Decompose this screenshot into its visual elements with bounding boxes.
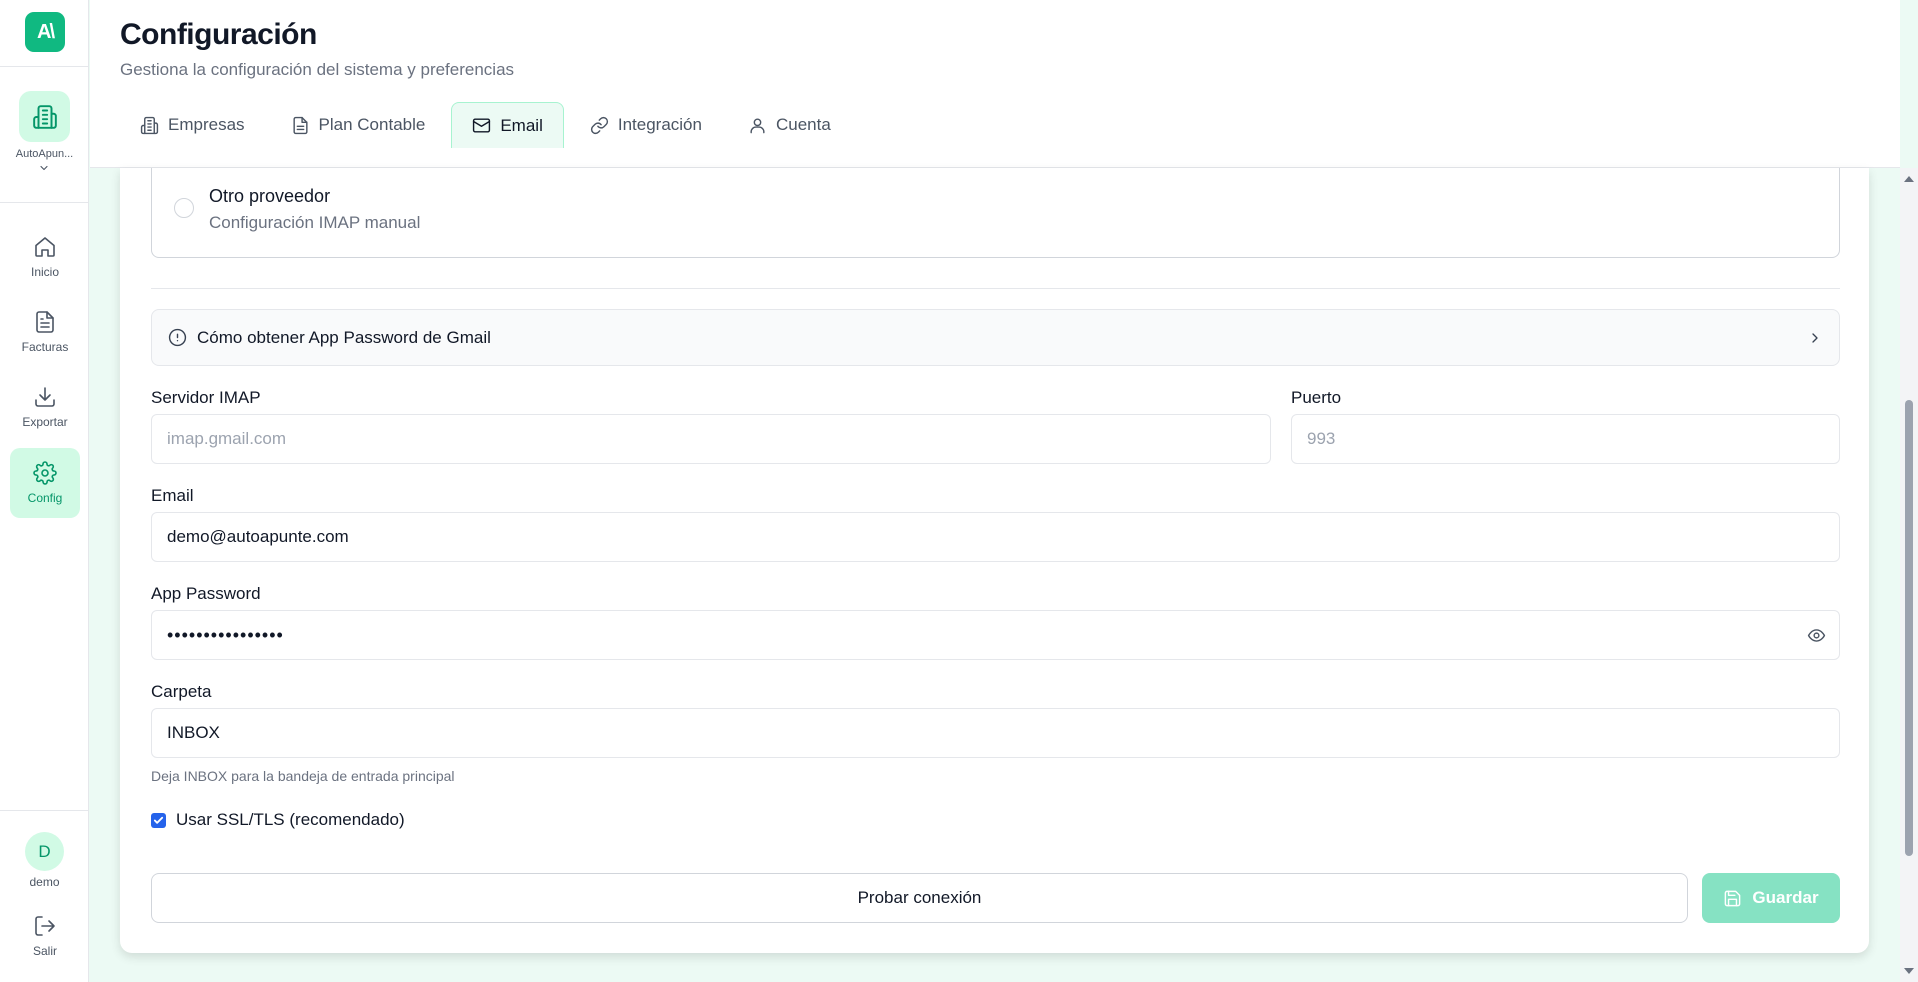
ssl-label: Usar SSL/TLS (recomendado) xyxy=(176,810,405,829)
sidebar-item-label: Facturas xyxy=(21,340,69,354)
tab-empresas[interactable]: Empresas xyxy=(120,102,265,148)
ssl-checkbox[interactable] xyxy=(151,812,166,828)
provider-option-other[interactable]: Otro proveedor Configuración IMAP manual xyxy=(151,168,1840,258)
folder-label: Carpeta xyxy=(151,682,212,701)
scrollbar-thumb[interactable] xyxy=(1905,400,1913,856)
tab-label: Empresas xyxy=(168,115,245,134)
document-icon xyxy=(36,311,54,333)
sidebar-divider xyxy=(0,66,89,67)
link-icon xyxy=(590,116,608,134)
port-label: Puerto xyxy=(1291,388,1342,407)
imap-server-label: Servidor IMAP xyxy=(151,388,261,407)
port-input[interactable]: 993 xyxy=(1291,414,1840,464)
sidebar: A\ AutoApun... Inicio Facturas Exportar … xyxy=(0,0,89,982)
company-name: AutoApun... xyxy=(15,148,74,160)
divider xyxy=(151,288,1840,289)
tab-label: Integración xyxy=(617,115,702,134)
logout-button[interactable]: Salir xyxy=(10,910,80,962)
logout-icon xyxy=(35,916,55,936)
test-connection-button[interactable]: Probar conexión xyxy=(151,873,1688,923)
home-icon xyxy=(35,237,55,257)
tab-label: Plan Contable xyxy=(318,115,426,134)
tab-cuenta[interactable]: Cuenta xyxy=(728,102,851,148)
sidebar-item-label: Exportar xyxy=(22,415,68,429)
folder-input[interactable]: INBOX xyxy=(151,708,1840,758)
save-label: Guardar xyxy=(1752,888,1819,907)
folder-hint: Deja INBOX para la bandeja de entrada pr… xyxy=(151,768,455,784)
sidebar-divider xyxy=(0,202,89,203)
provider-description: Configuración IMAP manual xyxy=(209,213,421,232)
page-subtitle: Gestiona la configuración del sistema y … xyxy=(120,60,515,79)
sidebar-item-inicio[interactable]: Inicio xyxy=(10,222,80,292)
chevron-right-icon xyxy=(1812,332,1818,343)
settings-tabs: Empresas Plan Contable Email Integración… xyxy=(120,102,851,148)
tab-integracion[interactable]: Integración xyxy=(570,102,722,148)
company-switcher[interactable] xyxy=(19,91,70,142)
help-title: Cómo obtener App Password de Gmail xyxy=(197,327,491,347)
scrollbar[interactable] xyxy=(1900,168,1918,982)
tab-email[interactable]: Email xyxy=(451,102,564,148)
scroll-up-arrow[interactable] xyxy=(1904,176,1914,182)
download-icon xyxy=(35,387,55,407)
gmail-help-accordion[interactable]: Cómo obtener App Password de Gmail xyxy=(151,309,1840,366)
app-password-input[interactable]: •••••••••••••••• xyxy=(151,610,1840,660)
chevron-down-icon[interactable] xyxy=(38,162,50,174)
scroll-down-arrow[interactable] xyxy=(1904,968,1914,974)
user-name: demo xyxy=(29,875,60,889)
sidebar-item-label: Inicio xyxy=(30,265,59,279)
sidebar-item-config[interactable]: Config xyxy=(10,448,80,518)
mail-icon xyxy=(473,118,491,133)
info-circle-icon xyxy=(168,328,187,347)
tab-label: Cuenta xyxy=(775,115,831,134)
user-icon xyxy=(750,117,765,133)
page-title: Configuración xyxy=(120,18,317,51)
building-icon xyxy=(140,116,159,134)
app-logo[interactable]: A\ xyxy=(25,12,65,52)
provider-title: Otro proveedor xyxy=(209,186,331,206)
sidebar-item-label: Config xyxy=(27,491,63,505)
imap-server-input[interactable]: imap.gmail.com xyxy=(151,414,1271,464)
building-icon xyxy=(32,104,57,129)
eye-icon[interactable] xyxy=(1807,626,1826,645)
app-password-label: App Password xyxy=(151,584,261,603)
save-icon xyxy=(1725,890,1741,906)
tab-plan-contable[interactable]: Plan Contable xyxy=(271,102,446,148)
provider-radio[interactable] xyxy=(174,198,194,218)
check-icon xyxy=(153,816,164,824)
document-icon xyxy=(292,116,308,134)
app-password-value: •••••••••••••••• xyxy=(167,624,284,645)
page-header: Configuración Gestiona la configuración … xyxy=(90,0,1900,168)
sidebar-item-exportar[interactable]: Exportar xyxy=(10,372,80,442)
tab-label: Email xyxy=(500,115,543,135)
gear-icon xyxy=(33,461,57,485)
avatar[interactable]: D xyxy=(25,832,64,871)
email-settings-card: Otro proveedor Configuración IMAP manual… xyxy=(120,168,1869,953)
ssl-option[interactable]: Usar SSL/TLS (recomendado) xyxy=(151,810,405,830)
email-label: Email xyxy=(151,486,194,505)
sidebar-item-facturas[interactable]: Facturas xyxy=(10,297,80,367)
save-button[interactable]: Guardar xyxy=(1702,873,1840,923)
logout-label: Salir xyxy=(32,944,57,958)
sidebar-divider xyxy=(0,810,89,811)
email-input[interactable]: demo@autoapunte.com xyxy=(151,512,1840,562)
